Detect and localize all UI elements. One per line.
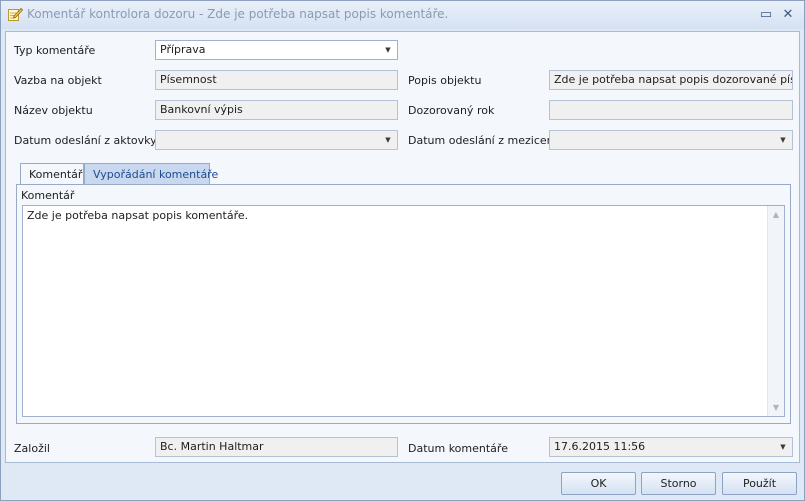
chevron-down-icon[interactable]: ▼: [381, 43, 395, 57]
chevron-down-icon[interactable]: ▼: [381, 133, 395, 147]
minimize-button[interactable]: ▭: [757, 5, 775, 23]
scroll-down-icon[interactable]: ▼: [768, 399, 784, 415]
window-title: Komentář kontrolora dozoru - Zde je potř…: [27, 7, 449, 21]
komentar-panel-label: Komentář: [21, 189, 75, 202]
nazev-objektu-value: Bankovní výpis: [160, 103, 243, 116]
scroll-up-icon[interactable]: ▲: [768, 206, 784, 222]
chevron-down-icon[interactable]: ▼: [776, 440, 790, 454]
tab-vyporadani-komentare[interactable]: Vypořádání komentáře: [84, 163, 218, 185]
zalozil-label: Založil: [14, 442, 50, 455]
minimize-icon: ▭: [759, 6, 773, 22]
popis-objektu-field: Zde je potřeba napsat popis dozorované p…: [549, 70, 793, 90]
datum-odeslani-mezicentra-label: Datum odeslání z mezicentra: [408, 134, 570, 147]
dozorovany-rok-label: Dozorovaný rok: [408, 104, 495, 117]
chevron-down-icon[interactable]: ▼: [776, 133, 790, 147]
note-pencil-icon: [7, 6, 24, 22]
datum-odeslani-aktovky-label: Datum odeslání z aktovky: [14, 134, 157, 147]
typ-komentare-value: Příprava: [160, 43, 206, 56]
zalozil-value: Bc. Martin Haltmar: [160, 440, 264, 453]
title-bar[interactable]: Komentář kontrolora dozoru - Zde je potř…: [1, 1, 804, 29]
datum-komentare-select[interactable]: 17.6.2015 11:56 ▼: [549, 437, 793, 457]
datum-komentare-value: 17.6.2015 11:56: [554, 440, 646, 453]
close-button[interactable]: ✕: [779, 5, 797, 23]
vazba-na-objekt-field: Písemnost: [155, 70, 398, 90]
pouzit-button[interactable]: Použít: [722, 472, 797, 495]
komentar-textarea[interactable]: Zde je potřeba napsat popis komentáře. ▲…: [22, 205, 785, 417]
tab-panel-komentar: Komentář Zde je potřeba napsat popis kom…: [16, 184, 791, 424]
typ-komentare-label: Typ komentáře: [14, 44, 96, 57]
vazba-na-objekt-label: Vazba na objekt: [14, 74, 102, 87]
form-area: Typ komentáře Příprava ▼ Vazba na objekt…: [5, 31, 800, 463]
ok-button[interactable]: OK: [561, 472, 636, 495]
datum-odeslani-aktovky-select[interactable]: ▼: [155, 130, 398, 150]
close-icon: ✕: [782, 6, 794, 22]
datum-komentare-label: Datum komentáře: [408, 442, 508, 455]
nazev-objektu-field: Bankovní výpis: [155, 100, 398, 120]
dialog-window: Komentář kontrolora dozoru - Zde je potř…: [0, 0, 805, 501]
tab-komentar[interactable]: Komentář: [20, 163, 84, 186]
popis-objektu-value: Zde je potřeba napsat popis dozorované p…: [554, 73, 792, 86]
storno-button[interactable]: Storno: [641, 472, 716, 495]
vazba-na-objekt-value: Písemnost: [160, 73, 217, 86]
zalozil-field: Bc. Martin Haltmar: [155, 437, 398, 457]
popis-objektu-label: Popis objektu: [408, 74, 482, 87]
dozorovany-rok-field: [549, 100, 793, 120]
nazev-objektu-label: Název objektu: [14, 104, 93, 117]
komentar-scrollbar[interactable]: ▲ ▼: [767, 206, 784, 416]
typ-komentare-select[interactable]: Příprava ▼: [155, 40, 398, 60]
datum-odeslani-mezicentra-select[interactable]: ▼: [549, 130, 793, 150]
komentar-text: Zde je potřeba napsat popis komentáře.: [27, 209, 249, 222]
button-bar: OK Storno Použít: [1, 464, 804, 500]
